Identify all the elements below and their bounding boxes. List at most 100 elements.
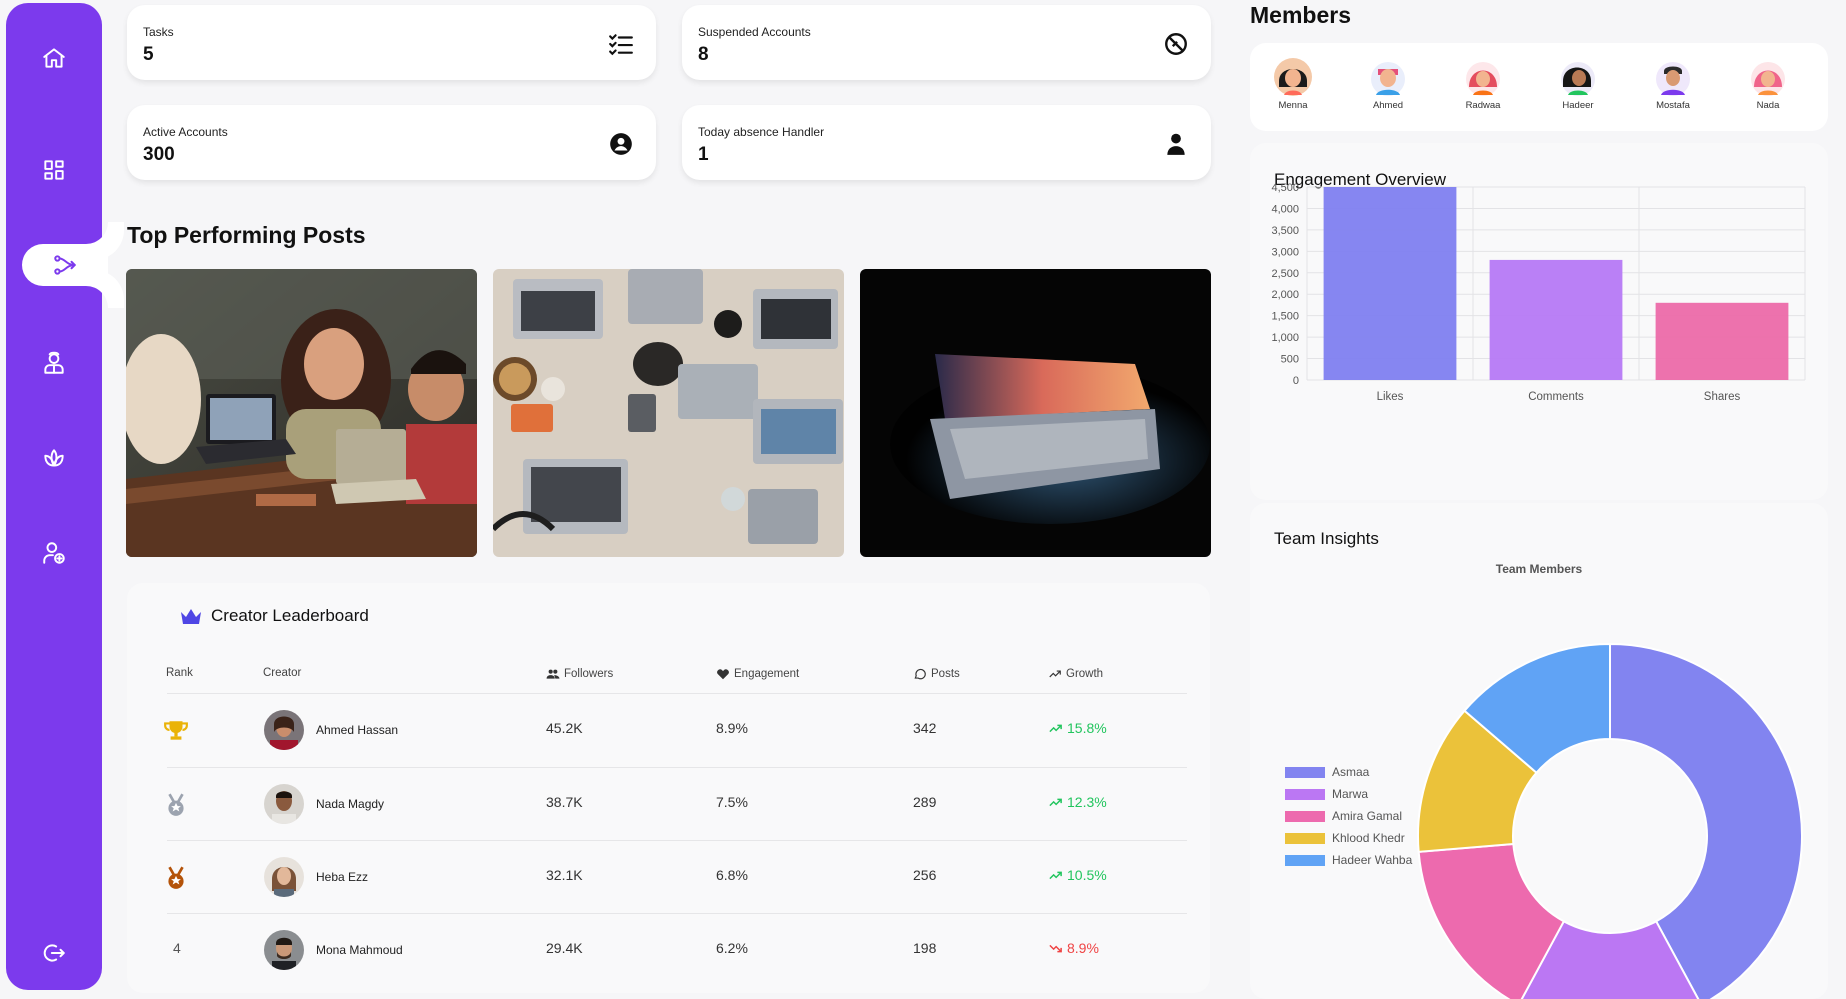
- legend-label: Amira Gamal: [1332, 809, 1402, 823]
- avatar: [1368, 57, 1408, 97]
- legend-label: Asmaa: [1332, 765, 1370, 779]
- lotus-icon: [44, 449, 64, 467]
- sidebar-item-profile[interactable]: [6, 343, 102, 383]
- member-mostafa[interactable]: Mostafa: [1643, 57, 1703, 111]
- creator-cell: Mona Mahmoud: [264, 930, 403, 970]
- creator-cell: Heba Ezz: [264, 857, 368, 897]
- team-insights-panel: Team Insights Team Members Asmaa Marwa Ami…: [1250, 503, 1828, 999]
- followers-value: 38.7K: [546, 794, 583, 810]
- header-growth-label: Growth: [1066, 668, 1104, 680]
- stat-card-active[interactable]: Active Accounts 300: [127, 105, 656, 180]
- sidebar-item-dashboard[interactable]: [6, 150, 102, 190]
- post-image-1[interactable]: [126, 269, 477, 557]
- user-badge-icon: [44, 351, 64, 374]
- stat-label: Tasks: [143, 25, 174, 39]
- user-icon: [1163, 131, 1189, 157]
- posts-section-title: Top Performing Posts: [127, 222, 366, 248]
- header-posts: Posts: [913, 667, 960, 681]
- users-icon: [546, 669, 560, 679]
- member-radwaa[interactable]: Radwaa: [1453, 57, 1513, 111]
- creator-leaderboard: Creator Leaderboard Rank Creator Followe…: [127, 583, 1210, 993]
- growth-value: 12.3%: [1048, 794, 1107, 810]
- avatar: [1463, 57, 1503, 97]
- y-tick-label: 2,500: [1271, 268, 1299, 280]
- y-tick-label: 500: [1281, 354, 1299, 366]
- stat-value: 5: [143, 44, 154, 65]
- post-image-3[interactable]: [860, 269, 1211, 557]
- member-name: Menna: [1278, 100, 1308, 111]
- engagement-value: 6.2%: [716, 940, 748, 956]
- members-title: Members: [1250, 2, 1351, 28]
- engagement-overview-panel: Engagement Overview 0 500 1,000 1,500 2,000 2…: [1250, 143, 1828, 500]
- creator-name: Mona Mahmoud: [316, 943, 403, 957]
- sidebar-item-share[interactable]: [22, 244, 108, 286]
- header-creator-label: Creator: [263, 667, 302, 679]
- growth-text: 8.9%: [1067, 940, 1099, 956]
- header-followers: Followers: [546, 667, 613, 681]
- stat-card-absence[interactable]: Today absence Handler 1: [682, 105, 1211, 180]
- table-row[interactable]: Nada Magdy 38.7K 7.5% 289 12.3%: [127, 768, 1210, 841]
- ban-icon: [1163, 31, 1189, 57]
- member-hadeer[interactable]: Hadeer: [1548, 57, 1608, 111]
- bar-shares: [1655, 302, 1789, 380]
- stat-card-tasks[interactable]: Tasks 5: [127, 5, 656, 80]
- legend-label: Khlood Khedr: [1332, 831, 1405, 845]
- member-name: Mostafa: [1656, 100, 1690, 111]
- legend-swatch: [1285, 811, 1325, 822]
- y-tick-label: 4,500: [1271, 182, 1299, 194]
- header-creator: Creator: [263, 667, 301, 679]
- stat-value: 1: [698, 144, 709, 165]
- logout-button[interactable]: [6, 933, 102, 973]
- legend-swatch: [1285, 855, 1325, 866]
- bronze-medal-icon: [163, 865, 189, 891]
- stat-label: Suspended Accounts: [698, 25, 811, 39]
- bar-comments: [1489, 259, 1623, 380]
- avatar: [1273, 57, 1313, 97]
- y-tick-label: 4,000: [1271, 203, 1299, 215]
- leaderboard-title-text: Creator Leaderboard: [211, 606, 369, 625]
- legend-swatch: [1285, 833, 1325, 844]
- sidebar: [6, 3, 108, 990]
- stat-label: Today absence Handler: [698, 125, 825, 139]
- posts-value: 256: [913, 867, 937, 883]
- logout-icon: [43, 944, 65, 962]
- sidebar-item-add-user[interactable]: [6, 533, 102, 573]
- engagement-value: 6.8%: [716, 867, 748, 883]
- table-row[interactable]: Heba Ezz 32.1K 6.8% 256 10.5%: [127, 841, 1210, 914]
- header-followers-label: Followers: [564, 668, 614, 680]
- table-row[interactable]: Ahmed Hassan 45.2K 8.9% 342 15.8%: [127, 694, 1210, 767]
- avatar: [264, 930, 304, 970]
- member-ahmed[interactable]: Ahmed: [1358, 57, 1418, 111]
- stat-value: 8: [698, 44, 709, 65]
- engagement-bar-chart: 0 500 1,000 1,500 2,000 2,500 3,000 3,500 4,000 4…: [1271, 182, 1806, 403]
- engagement-value: 7.5%: [716, 794, 748, 810]
- engagement-value: 8.9%: [716, 720, 748, 736]
- sidebar-item-wellness[interactable]: [6, 439, 102, 479]
- y-tick-label: 1,000: [1271, 332, 1299, 344]
- table-row[interactable]: 4 Mona Mahmoud 29.4K 6.2% 198 8.9%: [127, 914, 1210, 987]
- stat-card-suspended[interactable]: Suspended Accounts 8: [682, 5, 1211, 80]
- avatar: [264, 784, 304, 824]
- member-menna[interactable]: Menna: [1263, 57, 1323, 111]
- trend-up-icon: [1049, 871, 1062, 879]
- team-donut-chart: Asmaa Marwa Amira Gamal Khlood Khedr Hadeer …: [1285, 642, 1803, 999]
- header-rank-label: Rank: [166, 667, 193, 679]
- creator-cell: Nada Magdy: [264, 784, 384, 824]
- posts-value: 198: [913, 940, 937, 956]
- stat-value: 300: [143, 144, 175, 165]
- post-image-2[interactable]: [493, 269, 844, 557]
- home-icon: [43, 48, 65, 68]
- legend-swatch: [1285, 767, 1325, 778]
- y-tick-label: 0: [1293, 375, 1299, 387]
- avatar: [264, 857, 304, 897]
- followers-value: 29.4K: [546, 940, 583, 956]
- growth-text: 15.8%: [1067, 720, 1107, 736]
- gold-trophy-icon: [163, 718, 189, 744]
- x-tick-label: Likes: [1377, 391, 1404, 403]
- member-name: Radwaa: [1465, 100, 1501, 111]
- avatar: [1748, 57, 1788, 97]
- leaderboard-title: Creator Leaderboard: [179, 606, 369, 626]
- sidebar-item-home[interactable]: [6, 38, 102, 78]
- header-rank: Rank: [166, 667, 193, 679]
- member-nada[interactable]: Nada: [1738, 57, 1798, 111]
